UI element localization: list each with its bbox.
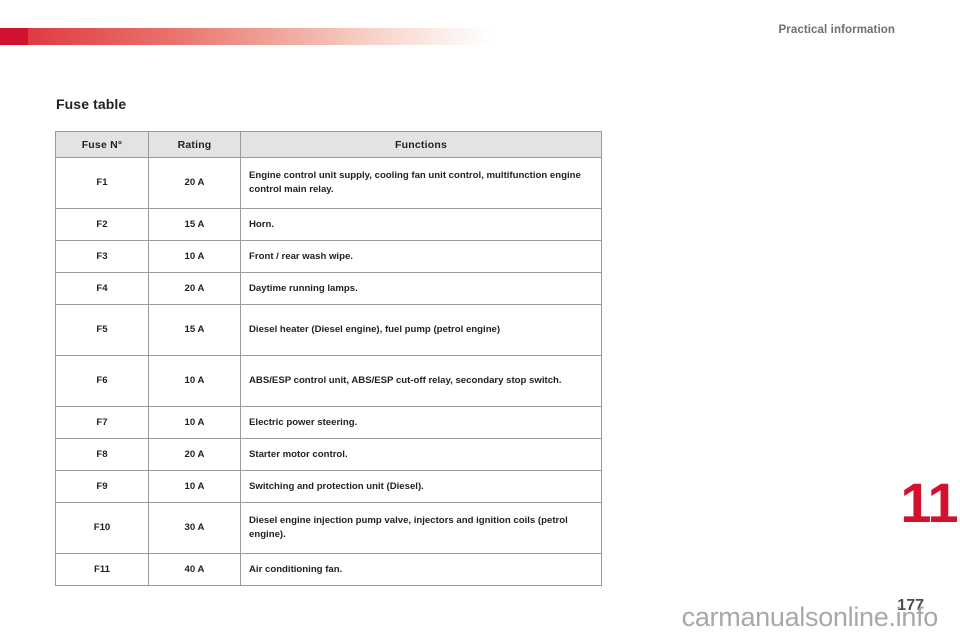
cell-fuse-number: F1 bbox=[55, 157, 149, 209]
table-row: F2 15 A Horn. bbox=[55, 208, 602, 241]
cell-rating: 20 A bbox=[148, 272, 241, 305]
table-row: F1 20 A Engine control unit supply, coolin… bbox=[55, 157, 602, 209]
table-row: F11 40 A Air conditioning fan. bbox=[55, 553, 602, 586]
cell-rating: 20 A bbox=[148, 157, 241, 209]
cell-functions: Air conditioning fan. bbox=[240, 553, 602, 586]
table-row: F10 30 A Diesel engine injection pump valv… bbox=[55, 502, 602, 554]
cell-fuse-number: F4 bbox=[55, 272, 149, 305]
table-row: F4 20 A Daytime running lamps. bbox=[55, 272, 602, 305]
table-row: F8 20 A Starter motor control. bbox=[55, 438, 602, 471]
cell-functions: Daytime running lamps. bbox=[240, 272, 602, 305]
cell-rating: 10 A bbox=[148, 240, 241, 273]
cell-rating: 30 A bbox=[148, 502, 241, 554]
cell-rating: 10 A bbox=[148, 406, 241, 439]
section-label: Practical information bbox=[778, 24, 895, 36]
fuse-table-container: Fuse N° Rating Functions F1 20 A Engine co… bbox=[55, 131, 602, 586]
cell-rating: 15 A bbox=[148, 304, 241, 356]
cell-fuse-number: F5 bbox=[55, 304, 149, 356]
table-row: F6 10 A ABS/ESP control unit, ABS/ESP cut-… bbox=[55, 355, 602, 407]
table-row: F7 10 A Electric power steering. bbox=[55, 406, 602, 439]
cell-rating: 40 A bbox=[148, 553, 241, 586]
cell-fuse-number: F2 bbox=[55, 208, 149, 241]
table-body: F1 20 A Engine control unit supply, coolin… bbox=[55, 157, 602, 586]
cell-fuse-number: F9 bbox=[55, 470, 149, 503]
column-header-fuse-number: Fuse N° bbox=[55, 131, 149, 158]
cell-rating: 20 A bbox=[148, 438, 241, 471]
cell-functions: Diesel engine injection pump valve, inje… bbox=[240, 502, 602, 554]
cell-functions: Electric power steering. bbox=[240, 406, 602, 439]
cell-fuse-number: F3 bbox=[55, 240, 149, 273]
cell-functions: Front / rear wash wipe. bbox=[240, 240, 602, 273]
column-header-functions: Functions bbox=[240, 131, 602, 158]
banner-gradient-bar bbox=[0, 28, 490, 45]
cell-fuse-number: F6 bbox=[55, 355, 149, 407]
banner-fade-block bbox=[28, 28, 490, 45]
cell-rating: 15 A bbox=[148, 208, 241, 241]
cell-rating: 10 A bbox=[148, 355, 241, 407]
cell-functions: Switching and protection unit (Diesel). bbox=[240, 470, 602, 503]
table-row: F9 10 A Switching and protection unit (Die… bbox=[55, 470, 602, 503]
column-header-rating: Rating bbox=[148, 131, 241, 158]
cell-rating: 10 A bbox=[148, 470, 241, 503]
chapter-tab: 11 bbox=[898, 467, 960, 539]
cell-functions: Starter motor control. bbox=[240, 438, 602, 471]
cell-fuse-number: F7 bbox=[55, 406, 149, 439]
table-header-row: Fuse N° Rating Functions bbox=[55, 131, 602, 158]
watermark: carmanualsonline.info bbox=[681, 602, 939, 632]
cell-fuse-number: F8 bbox=[55, 438, 149, 471]
cell-functions: ABS/ESP control unit, ABS/ESP cut-off re… bbox=[240, 355, 602, 407]
chapter-number: 11 bbox=[900, 471, 958, 534]
banner-accent-block bbox=[0, 28, 28, 45]
cell-functions: Engine control unit supply, cooling fan … bbox=[240, 157, 602, 209]
page-title: Fuse table bbox=[56, 96, 127, 112]
table-row: F5 15 A Diesel heater (Diesel engine), fue… bbox=[55, 304, 602, 356]
table-row: F3 10 A Front / rear wash wipe. bbox=[55, 240, 602, 273]
fuse-table: Fuse N° Rating Functions F1 20 A Engine co… bbox=[55, 131, 602, 586]
cell-functions: Horn. bbox=[240, 208, 602, 241]
cell-functions: Diesel heater (Diesel engine), fuel pump… bbox=[240, 304, 602, 356]
cell-fuse-number: F10 bbox=[55, 502, 149, 554]
cell-fuse-number: F11 bbox=[55, 553, 149, 586]
